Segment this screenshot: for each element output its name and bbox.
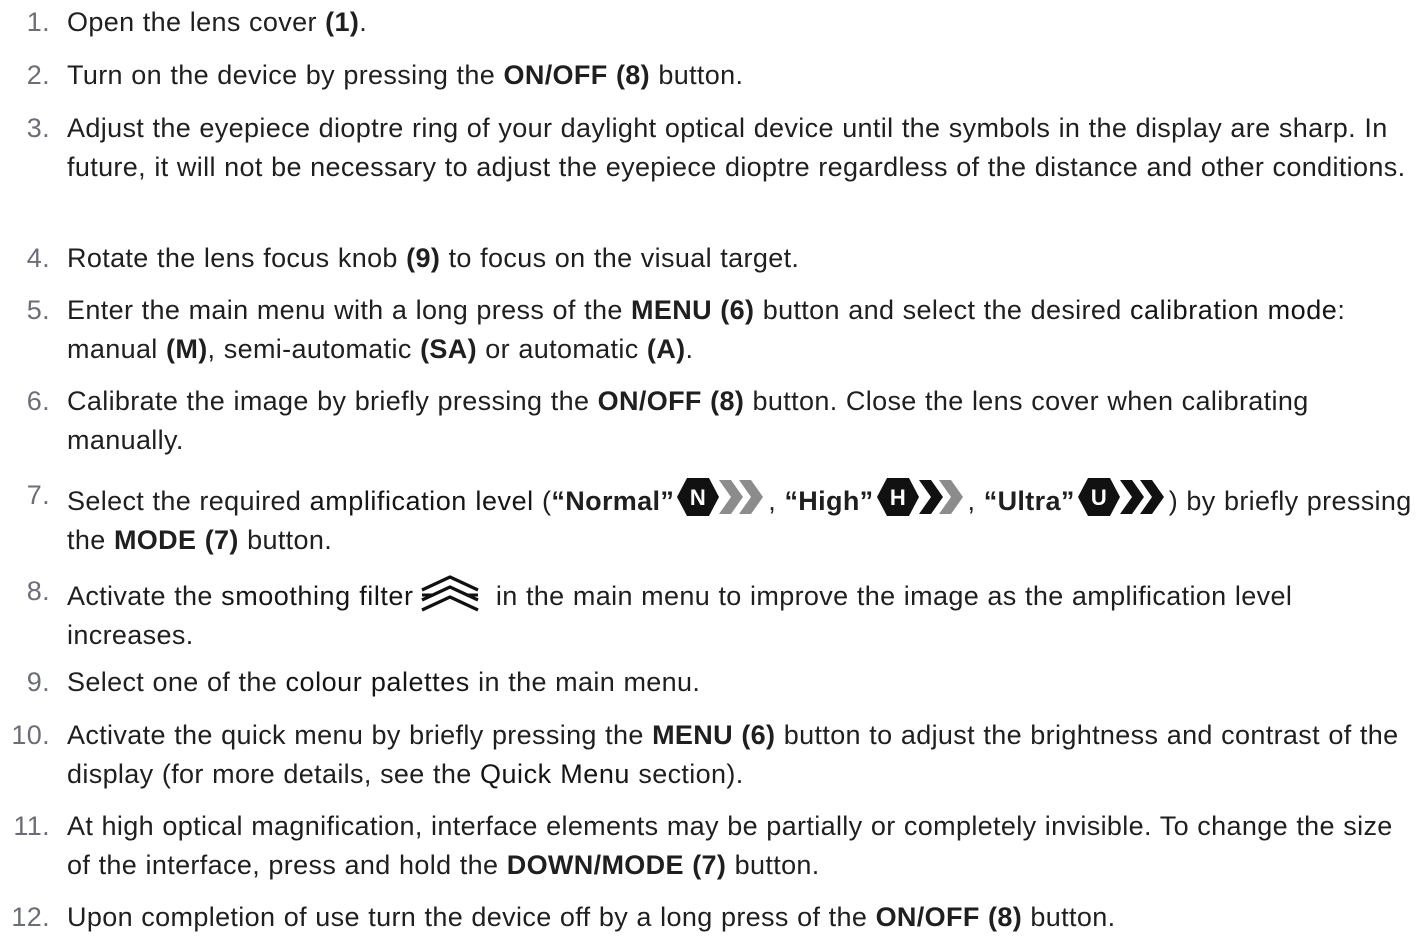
term-colour-palettes: colour palettes [285,667,470,697]
amplification-normal-icon: N [675,476,767,518]
step-number: 7. [26,480,50,510]
step-text: Rotate the lens focus knob (9) to focus … [67,243,800,273]
step-number: 6. [26,386,50,416]
step-text: Calibrate the image by briefly pressing … [67,386,1309,455]
step-number: 12. [11,902,50,932]
step-text: Select the required amplification level … [67,476,1415,560]
step-text: Select one of the colour palettes in the… [67,667,701,697]
step-number: 11. [13,811,50,841]
step-number: 3. [26,113,50,143]
svg-text:H: H [889,485,905,510]
term-quick-menu: Quick Menu [479,759,630,789]
step-text: Activate the smoothing filter in the mai… [67,572,1415,655]
step-number: 8. [26,576,50,606]
term-amplification-level: amplification level [309,486,534,516]
step-number: 2. [26,60,50,90]
step-number: 10. [11,720,50,750]
step-text: Upon completion of use turn the device o… [67,902,1116,932]
step-text: Activate the quick menu by briefly press… [67,720,1399,789]
term-calibration-mode: calibration mode [1129,295,1338,325]
step-number: 9. [26,667,50,697]
svg-text:N: N [690,485,706,510]
step-number: 5. [26,295,50,325]
step-text: Open the lens cover (1). [67,7,368,37]
svg-text:U: U [1091,485,1107,510]
step-text: At high optical magnification, interface… [67,811,1393,880]
smoothing-filter-icon [418,572,482,616]
step-number: 1. [26,7,50,37]
term-smoothing-filter: smoothing filter [221,581,414,611]
step-text: Enter the main menu with a long press of… [67,295,1346,364]
step-text: Turn on the device by pressing the ON/OF… [67,60,744,90]
step-number: 4. [26,243,50,273]
amplification-high-icon: H [875,476,967,518]
amplification-ultra-icon: U [1076,476,1168,518]
step-text: Adjust the eyepiece dioptre ring of your… [67,113,1406,182]
